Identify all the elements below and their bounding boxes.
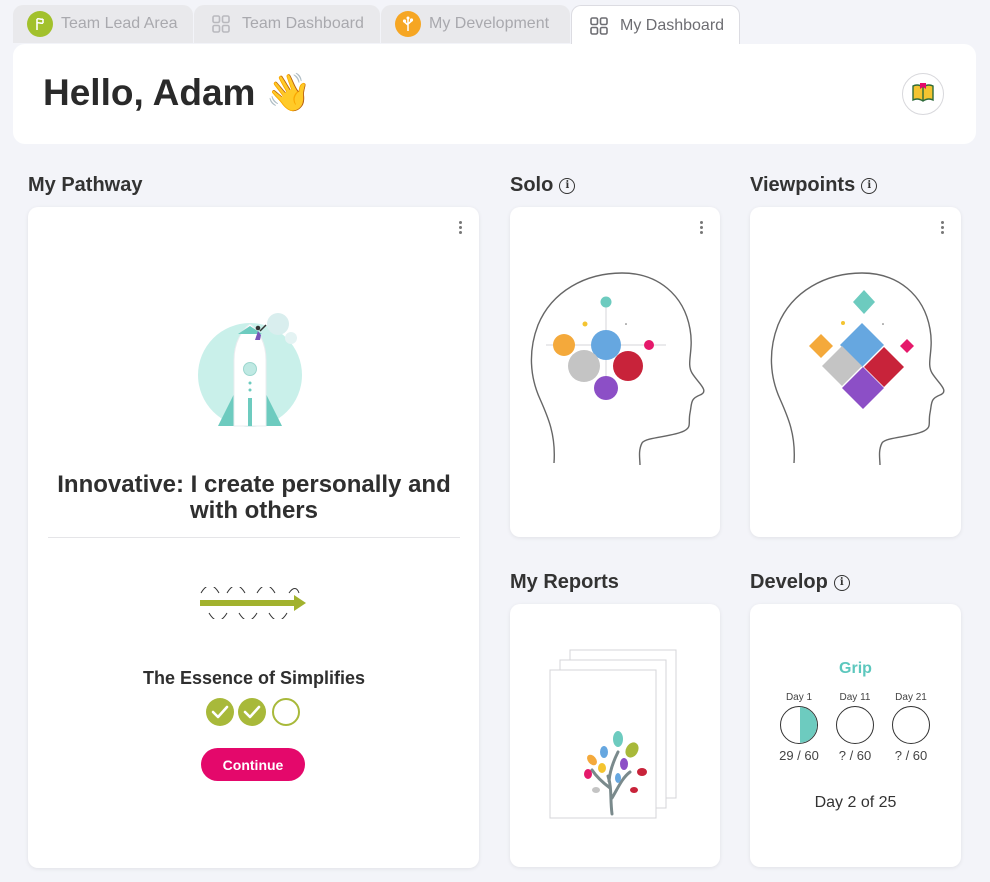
section-title-reports: My Reports: [510, 571, 619, 594]
rocket-illustration: [198, 313, 302, 431]
greeting-card: Hello, Adam 👋: [13, 44, 976, 144]
day-score: ? / 60: [838, 748, 872, 763]
page-title: Hello, Adam 👋: [43, 72, 312, 113]
team-lead-icon: [27, 11, 53, 37]
day-of-label: Day 2 of 25: [814, 794, 897, 811]
develop-card[interactable]: Grip Day 1 29 / 60 Day 11 ? / 60 Day 21 …: [750, 604, 961, 867]
develop-title: Grip: [839, 660, 872, 677]
tab-label: My Development: [429, 15, 550, 32]
day-label: Day 11: [839, 692, 871, 703]
essence-title: The Essence of Simplifies: [142, 668, 366, 688]
info-icon[interactable]: i: [559, 177, 576, 194]
pathway-title: Innovative: I create personally and with…: [57, 471, 451, 524]
section-label: Solo: [510, 174, 554, 196]
tab-label: Team Dashboard: [242, 15, 364, 32]
info-icon[interactable]: i: [861, 177, 878, 194]
reports-card[interactable]: [510, 604, 720, 867]
viewpoints-card[interactable]: [750, 207, 961, 537]
section-label: My Pathway: [28, 174, 143, 196]
day-progress-circle: [892, 706, 930, 744]
section-title-develop: Develop i: [750, 571, 850, 594]
day-progress-circle: [780, 706, 818, 744]
progress-steps: [204, 696, 304, 728]
section-title-pathway: My Pathway: [28, 174, 142, 197]
pathway-card[interactable]: Innovative: I create personally and with…: [28, 207, 479, 868]
head-profile-illustration: [530, 272, 705, 466]
tab-label: Team Lead Area: [61, 15, 178, 32]
day-label: Day 1: [785, 692, 813, 703]
solo-card[interactable]: [510, 207, 720, 537]
day-progress-circle: [836, 706, 874, 744]
info-icon[interactable]: i: [833, 574, 850, 591]
tab-my-development[interactable]: My Development: [381, 5, 570, 43]
divider: [48, 537, 460, 538]
section-title-viewpoints: Viewpoints i: [750, 174, 878, 197]
more-options-icon[interactable]: [939, 221, 945, 237]
grid-icon: [208, 11, 234, 37]
book-icon: [911, 81, 935, 108]
continue-button[interactable]: Continue: [201, 748, 305, 781]
day-item: Day 21 ? / 60: [886, 692, 936, 765]
day-item: Day 1 29 / 60: [774, 692, 824, 765]
day-score: ? / 60: [894, 748, 928, 763]
day-score: 29 / 60: [779, 748, 819, 763]
tree-icon: [395, 11, 421, 37]
section-label: Viewpoints: [750, 174, 856, 196]
tab-team-lead-area[interactable]: Team Lead Area: [13, 5, 193, 43]
section-label: My Reports: [510, 571, 619, 593]
wave-arrow-illustration: [200, 587, 306, 619]
guide-book-button[interactable]: [902, 73, 944, 115]
tab-team-dashboard[interactable]: Team Dashboard: [194, 5, 380, 43]
tab-my-dashboard[interactable]: My Dashboard: [571, 5, 740, 45]
day-item: Day 11 ? / 60: [830, 692, 880, 765]
head-profile-illustration: [770, 272, 945, 466]
more-options-icon[interactable]: [457, 221, 463, 237]
tab-label: My Dashboard: [620, 16, 725, 34]
reports-illustration: [549, 649, 677, 819]
section-title-solo: Solo i: [510, 174, 576, 197]
day-label: Day 21: [895, 692, 927, 703]
section-label: Develop: [750, 571, 828, 593]
grid-icon: [586, 13, 612, 39]
more-options-icon[interactable]: [698, 221, 704, 237]
